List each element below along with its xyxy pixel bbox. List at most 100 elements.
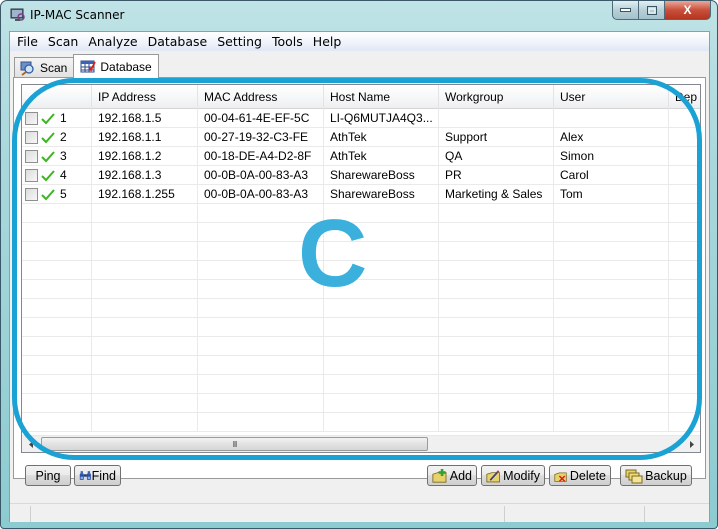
ip-cell: 192.168.1.2 [92,147,198,166]
mac-cell: 00-04-61-4E-EF-5C [198,109,324,128]
empty-cell [554,299,669,318]
menu-scan[interactable]: Scan [43,32,83,51]
host-cell: LI-Q6MUTJA4Q3... [324,109,439,128]
table-row[interactable]: 5 192.168.1.255 00-0B-0A-00-83-A3 Sharew… [22,185,700,204]
empty-cell [324,318,439,337]
table-row[interactable]: 2 192.168.1.1 00-27-19-32-C3-FE AthTek S… [22,128,700,147]
delete-label: Delete [569,468,606,483]
empty-cell [198,337,324,356]
empty-cell [92,261,198,280]
empty-cell [198,204,324,223]
backup-button[interactable]: Backup [620,465,692,486]
scan-magnifier-icon [20,61,34,76]
column-header-user[interactable]: User [554,85,669,109]
table-row[interactable]: 1 192.168.1.5 00-04-61-4E-EF-5C LI-Q6MUT… [22,109,700,128]
column-header-dep[interactable]: Dep [669,85,700,109]
host-cell: SharewareBoss [324,166,439,185]
empty-cell [198,318,324,337]
maximize-icon [646,5,657,15]
ping-button[interactable]: Ping [25,465,71,486]
find-button[interactable]: Find [74,465,121,486]
empty-table-row [22,299,700,318]
empty-cell [324,204,439,223]
empty-cell [439,280,554,299]
row-checkbox[interactable] [25,112,38,125]
empty-cell [669,375,700,394]
check-icon [41,131,55,143]
tab-scan[interactable]: Scan [14,57,75,78]
empty-cell [669,204,700,223]
empty-cell [669,299,700,318]
column-header-select[interactable] [22,85,92,109]
empty-cell [22,280,92,299]
empty-cell [198,356,324,375]
empty-table-row [22,242,700,261]
app-window: IP-MAC Scanner X File Scan Analyze Datab… [0,0,718,529]
add-button[interactable]: Add [427,465,477,486]
empty-cell [92,356,198,375]
modify-button[interactable]: Modify [481,465,545,486]
status-pane-divider [30,506,31,522]
row-checkbox[interactable] [25,169,38,182]
empty-cell [198,375,324,394]
tab-database[interactable]: Database [73,54,159,78]
empty-cell [554,261,669,280]
empty-table-row [22,223,700,242]
user-cell: Tom [554,185,669,204]
close-button[interactable]: X [665,1,711,20]
mac-cell: 00-0B-0A-00-83-A3 [198,166,324,185]
empty-table-row [22,413,700,432]
workgroup-cell: PR [439,166,554,185]
scroll-right-button[interactable] [683,436,700,452]
menu-tools[interactable]: Tools [267,32,308,51]
horizontal-scrollbar[interactable]: III [22,435,700,452]
tab-scan-label: Scan [40,61,68,75]
table-body: 1 192.168.1.5 00-04-61-4E-EF-5C LI-Q6MUT… [22,109,700,432]
empty-cell [439,375,554,394]
menu-analyze[interactable]: Analyze [83,32,142,51]
empty-cell [669,261,700,280]
status-pane-divider [644,506,645,522]
minimize-button[interactable] [612,1,639,20]
empty-cell [554,337,669,356]
scroll-thumb[interactable]: III [41,437,428,451]
dep-cell [669,147,700,166]
menu-file[interactable]: File [12,32,43,51]
table-row[interactable]: 3 192.168.1.2 00-18-DE-A4-D2-8F AthTek Q… [22,147,700,166]
empty-cell [439,394,554,413]
empty-cell [439,261,554,280]
delete-button[interactable]: Delete [549,465,611,486]
window-title: IP-MAC Scanner [30,8,125,22]
table-row[interactable]: 4 192.168.1.3 00-0B-0A-00-83-A3 Sharewar… [22,166,700,185]
ip-cell: 192.168.1.3 [92,166,198,185]
empty-cell [92,204,198,223]
column-header-mac[interactable]: MAC Address [198,85,324,109]
empty-table-row [22,337,700,356]
menu-setting[interactable]: Setting [212,32,267,51]
empty-cell [198,394,324,413]
empty-cell [439,299,554,318]
empty-cell [554,223,669,242]
column-header-host[interactable]: Host Name [324,85,439,109]
menu-help[interactable]: Help [308,32,347,51]
maximize-button[interactable] [639,1,665,20]
empty-cell [92,337,198,356]
database-panel: IP Address MAC Address Host Name Workgro… [13,77,706,486]
row-checkbox[interactable] [25,131,38,144]
empty-cell [22,375,92,394]
row-select-cell: 5 [22,185,92,204]
column-header-ip[interactable]: IP Address [92,85,198,109]
row-checkbox[interactable] [25,188,38,201]
empty-cell [324,223,439,242]
empty-cell [324,280,439,299]
column-header-workgroup[interactable]: Workgroup [439,85,554,109]
row-checkbox[interactable] [25,150,38,163]
empty-cell [554,413,669,432]
status-pane-divider [504,506,505,522]
title-bar[interactable]: IP-MAC Scanner X [1,1,717,31]
empty-cell [554,394,669,413]
menu-database[interactable]: Database [143,32,213,51]
backup-folders-icon [625,469,643,483]
scroll-left-button[interactable] [22,436,39,452]
binoculars-icon [79,471,91,480]
